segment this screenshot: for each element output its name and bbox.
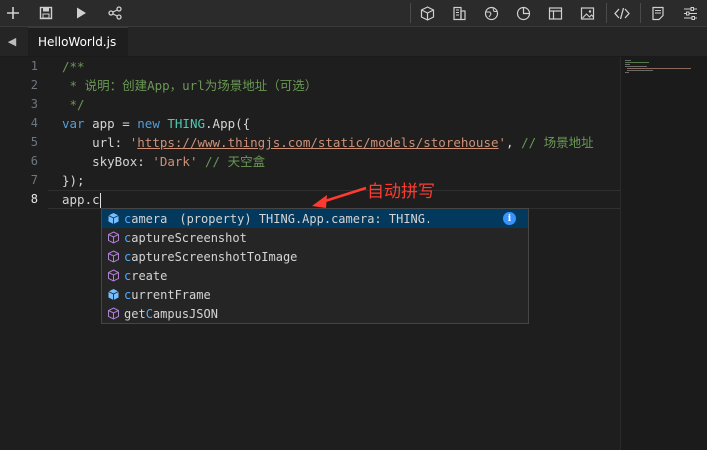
code-token: app = — [84, 116, 138, 131]
text-caret — [99, 193, 101, 208]
code-line: url: 'https://www.thingjs.com/static/mod… — [62, 133, 594, 152]
layout-icon[interactable] — [542, 0, 568, 26]
suggestion-match: c — [124, 249, 132, 264]
code-token: app.c — [62, 192, 100, 207]
code-line: var app = new THING.App({ — [62, 114, 250, 133]
minimap-line — [625, 66, 647, 67]
suggestion-label: aptureScreenshotToImage — [131, 249, 298, 264]
suggestion-detail: (property) THING.App.camera: THING.Camer… — [179, 211, 430, 226]
property-icon — [106, 212, 120, 226]
cube-icon[interactable] — [414, 0, 440, 26]
chart-icon[interactable] — [510, 0, 536, 26]
keyword-token: var — [62, 116, 85, 131]
suggestion-match: C — [145, 306, 153, 321]
line-number: 3 — [30, 97, 38, 111]
globe-icon[interactable] — [478, 0, 504, 26]
code-line: */ — [62, 97, 85, 112]
method-icon — [106, 250, 120, 264]
suggestion-label: ampusJSON — [152, 306, 218, 321]
code-line: skyBox: 'Dark' // 天空盒 — [62, 152, 265, 171]
comment-token: // 场景地址 — [521, 135, 594, 150]
tab-bar: ◀ HelloWorld.js — [0, 27, 707, 57]
line-number: 6 — [30, 154, 38, 168]
code-line: * 说明：创建App，url为场景地址（可选） — [62, 78, 318, 93]
suggestion-label: reate — [131, 268, 168, 283]
method-icon — [106, 269, 120, 283]
class-token: THING — [167, 116, 206, 131]
building-icon[interactable] — [446, 0, 472, 26]
add-icon[interactable] — [0, 0, 26, 26]
minimap-line — [625, 62, 649, 63]
suggestion-label: urrentFrame — [131, 287, 211, 302]
line-number: 7 — [30, 173, 38, 187]
method-icon — [106, 307, 120, 321]
code-token: skyBox: — [62, 154, 153, 169]
line-number: 5 — [30, 135, 38, 149]
suggestion-match: c — [124, 287, 132, 302]
code-token: , — [506, 135, 522, 150]
annotation-label: 自动拼写 — [367, 182, 435, 202]
code-line-active: app.c — [62, 190, 101, 209]
suggestion-match: c — [124, 268, 132, 283]
suggestion-item-captureScreenshotToImage[interactable]: c aptureScreenshotToImage — [102, 247, 528, 266]
minimap-line — [625, 72, 629, 73]
minimap-line — [627, 68, 691, 69]
suggestion-item-camera[interactable]: c amera (property) THING.App.camera: THIN… — [102, 209, 528, 228]
autocomplete-suggestions: c amera (property) THING.App.camera: THIN… — [101, 208, 529, 324]
toolbar-separator — [606, 3, 607, 23]
line-number: 1 — [30, 59, 38, 73]
suggestion-item-getCampusJSON[interactable]: get CampusJSON — [102, 304, 528, 323]
code-line: /** — [62, 59, 85, 74]
method-icon — [106, 231, 120, 245]
suggestion-item-captureScreenshot[interactable]: c aptureScreenshot — [102, 228, 528, 247]
toolbar-separator — [640, 3, 641, 23]
suggestion-label: aptureScreenshot — [131, 230, 247, 245]
minimap-line — [625, 64, 630, 65]
string-token: ' — [498, 135, 507, 150]
run-icon[interactable] — [68, 0, 94, 26]
url-link[interactable]: https://www.thingjs.com/static/models/st… — [137, 135, 498, 150]
code-token: .App({ — [205, 116, 251, 131]
suggestion-item-create[interactable]: c reate — [102, 266, 528, 285]
string-token: 'Dark' — [152, 154, 198, 169]
line-number-gutter: 1 2 3 4 5 6 7 8 — [0, 57, 48, 450]
tab-helloworld-js[interactable]: HelloWorld.js — [28, 27, 128, 56]
share-icon[interactable] — [102, 0, 128, 26]
suggestion-item-currentFrame[interactable]: c urrentFrame — [102, 285, 528, 304]
notes-icon[interactable] — [645, 0, 671, 26]
line-number-active: 8 — [30, 192, 38, 206]
code-line: }); — [62, 173, 85, 188]
comment-token: // 天空盒 — [205, 154, 266, 169]
suggestion-match: c — [124, 211, 132, 226]
settings-sliders-icon[interactable] — [677, 0, 703, 26]
save-icon[interactable] — [33, 0, 59, 26]
toolbar — [0, 0, 707, 27]
minimap[interactable] — [620, 57, 707, 450]
toolbar-separator — [410, 3, 411, 23]
keyword-token: new — [137, 116, 160, 131]
image-icon[interactable] — [574, 0, 600, 26]
line-number: 2 — [30, 78, 38, 92]
minimap-line — [627, 70, 653, 71]
suggestion-label-prefix: get — [124, 306, 146, 321]
tab-scroll-left-icon[interactable]: ◀ — [0, 27, 24, 56]
suggestion-match: c — [124, 230, 132, 245]
info-icon[interactable]: i — [503, 212, 516, 225]
code-token: url: — [62, 135, 130, 150]
line-number: 4 — [30, 116, 38, 130]
suggestion-label: amera — [131, 211, 168, 226]
property-icon — [106, 288, 120, 302]
minimap-line — [625, 60, 631, 61]
tab-label: HelloWorld.js — [38, 35, 117, 49]
code-icon[interactable] — [609, 0, 635, 26]
